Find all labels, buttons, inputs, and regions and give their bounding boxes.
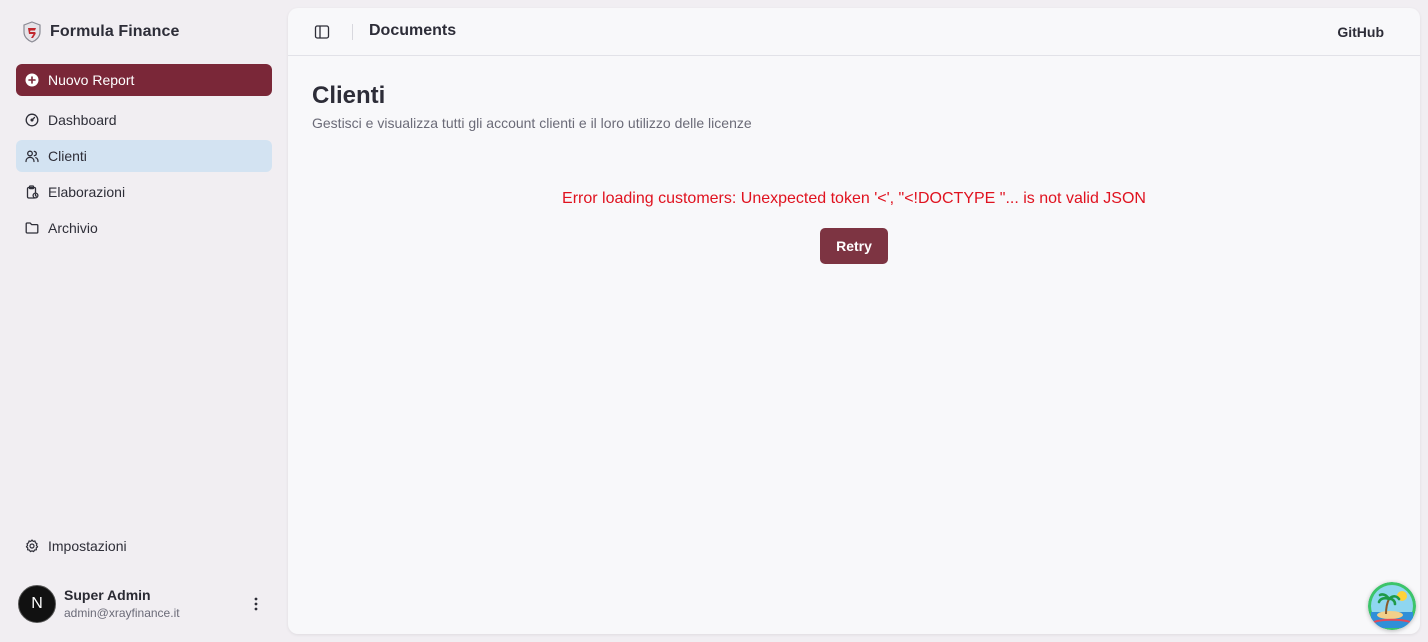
sidebar-toggle-button[interactable] xyxy=(312,22,332,42)
sidebar-item-clienti[interactable]: Clienti xyxy=(16,140,272,172)
sidebar-item-archivio[interactable]: Archivio xyxy=(16,212,272,244)
sidebar-item-impostazioni[interactable]: Impostazioni xyxy=(16,530,272,562)
retry-button[interactable]: Retry xyxy=(820,228,888,264)
sidebar-toggle-icon xyxy=(314,25,330,39)
github-link[interactable]: GitHub xyxy=(1337,24,1384,40)
users-icon xyxy=(25,150,39,163)
shield-logo-icon xyxy=(23,21,41,43)
sidebar-nav: Dashboard Clienti Elaborazioni Archivio xyxy=(16,104,272,248)
island-avatar-icon xyxy=(1368,582,1416,630)
user-email: admin@xrayfinance.it xyxy=(64,605,180,620)
error-message: Error loading customers: Unexpected toke… xyxy=(562,190,1146,207)
sidebar-item-label: Clienti xyxy=(48,148,87,164)
gauge-icon xyxy=(25,113,39,127)
sidebar-item-label: Elaborazioni xyxy=(48,184,126,200)
gear-icon xyxy=(25,539,39,553)
user-info: Super Admin admin@xrayfinance.it xyxy=(64,587,180,622)
sidebar-item-label: Dashboard xyxy=(48,112,117,128)
folder-icon xyxy=(25,222,39,234)
new-report-button[interactable]: Nuovo Report xyxy=(16,64,272,96)
clipboard-icon xyxy=(26,185,39,199)
main-panel: Documents GitHub Clienti Gestisci e visu… xyxy=(288,8,1420,634)
plus-circle-icon xyxy=(25,73,39,87)
breadcrumb-title: Documents xyxy=(369,22,457,39)
sidebar-item-label: Archivio xyxy=(48,220,98,236)
vertical-dots-icon xyxy=(254,597,258,611)
topbar-divider xyxy=(352,24,353,40)
avatar: N xyxy=(18,585,56,623)
user-menu-button[interactable] xyxy=(246,592,266,616)
sidebar-item-elaborazioni[interactable]: Elaborazioni xyxy=(16,176,272,208)
floating-assistant-button[interactable] xyxy=(1368,582,1416,630)
sidebar-item-dashboard[interactable]: Dashboard xyxy=(16,104,272,136)
page-title: Clienti xyxy=(312,82,386,109)
brand[interactable]: Formula Finance xyxy=(22,20,180,44)
new-report-label: Nuovo Report xyxy=(48,72,135,88)
sidebar: Formula Finance Nuovo Report Dashboard C xyxy=(0,0,288,642)
user-profile[interactable]: N Super Admin admin@xrayfinance.it xyxy=(18,584,272,624)
sidebar-item-label: Impostazioni xyxy=(48,538,127,554)
page-subtitle: Gestisci e visualizza tutti gli account … xyxy=(312,115,752,131)
user-name: Super Admin xyxy=(64,586,151,603)
topbar: Documents GitHub xyxy=(288,8,1420,56)
brand-name: Formula Finance xyxy=(50,23,180,40)
